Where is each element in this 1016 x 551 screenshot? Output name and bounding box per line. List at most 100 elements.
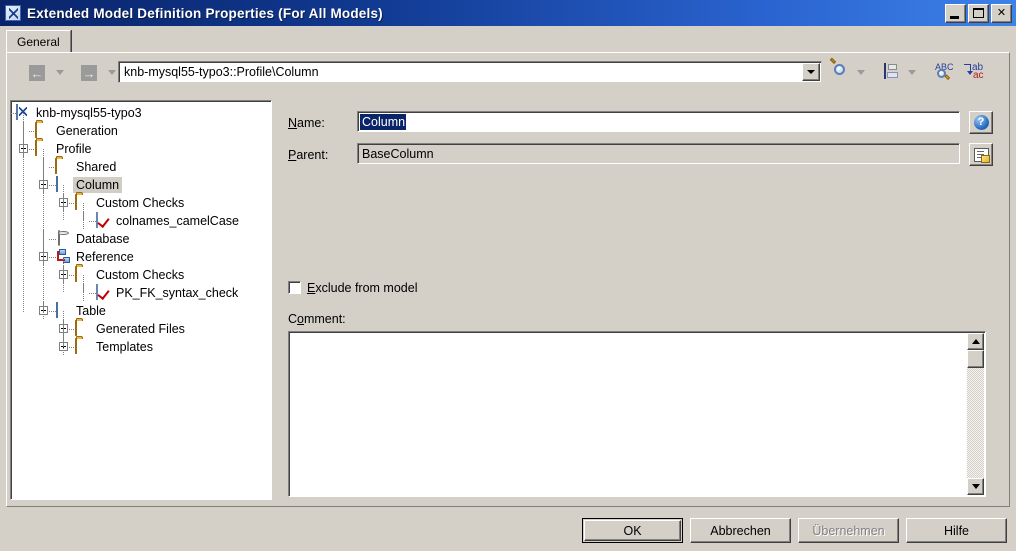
tab-general-label: General: [17, 35, 60, 49]
minimize-button[interactable]: [945, 3, 966, 23]
name-input[interactable]: Column: [357, 111, 960, 132]
window-title: Extended Model Definition Properties (Fo…: [27, 5, 383, 21]
maximize-icon: [973, 7, 984, 18]
folder-icon: [55, 158, 73, 175]
name-label: Name:: [288, 116, 325, 130]
save-dropdown-icon[interactable]: [908, 70, 917, 76]
window-controls: ✕: [945, 3, 1012, 23]
tree-item-label: Generation: [56, 124, 118, 138]
tree-item[interactable]: colnames_camelCase: [11, 212, 271, 230]
tree-item[interactable]: Custom Checks: [11, 266, 271, 284]
folder-icon: [35, 122, 53, 139]
tree-item[interactable]: Generated Files: [11, 320, 271, 338]
address-toolbar: ← → knb-mysql55-typo3::Profile\Column AB…: [6, 57, 1010, 92]
tree-item[interactable]: Templates: [11, 338, 271, 356]
back-arrow-icon: ←: [29, 65, 45, 81]
model-document-icon: [15, 104, 33, 121]
scrollbar-thumb[interactable]: [967, 350, 984, 368]
address-value: knb-mysql55-typo3::Profile\Column: [124, 65, 319, 79]
forward-arrow-icon: →: [81, 65, 97, 81]
folder-icon: [75, 266, 93, 283]
back-dropdown-icon[interactable]: [56, 70, 65, 76]
comment-label-rest: mment:: [303, 312, 346, 326]
help-button-label: Hilfe: [943, 523, 969, 538]
parent-input: BaseColumn: [357, 143, 960, 164]
properties-icon: [973, 147, 990, 163]
forward-button[interactable]: →: [78, 62, 100, 84]
folder-icon: [75, 320, 93, 337]
tree-connector: [83, 275, 84, 293]
tree-item[interactable]: Profile: [11, 140, 271, 158]
tree-item-label: PK_FK_syntax_check: [116, 286, 239, 300]
dialog-window: Extended Model Definition Properties (Fo…: [0, 0, 1016, 551]
tree-item-label: colnames_camelCase: [116, 214, 239, 228]
tree-item[interactable]: Database: [11, 230, 271, 248]
tab-strip: General: [6, 30, 1010, 54]
tree-item-label: Custom Checks: [96, 196, 185, 210]
close-button[interactable]: ✕: [991, 3, 1012, 23]
ok-button-label: OK: [623, 523, 642, 538]
object-tree-panel[interactable]: knb-mysql55-typo3 Generation Profile Shared…: [10, 100, 272, 500]
check-script-icon: [95, 284, 113, 301]
folder-icon: [75, 338, 93, 355]
title-bar: Extended Model Definition Properties (Fo…: [0, 0, 1016, 26]
tree-item-label: Custom Checks: [96, 268, 185, 282]
name-value: Column: [360, 113, 407, 130]
tree-item-label: Reference: [76, 250, 134, 264]
ok-button-inner: OK: [584, 520, 681, 541]
tree-item-label: Column: [73, 177, 123, 193]
scroll-down-button[interactable]: [967, 478, 984, 495]
object-tree: knb-mysql55-typo3 Generation Profile Shared…: [11, 101, 271, 356]
scroll-up-button[interactable]: [967, 333, 984, 350]
question-mark-icon: ?: [973, 115, 989, 130]
tree-connector: [43, 149, 44, 313]
help-button[interactable]: Hilfe: [906, 518, 1007, 543]
tree-item[interactable]: Generation: [11, 122, 271, 140]
comment-textarea[interactable]: [288, 331, 986, 497]
name-help-button[interactable]: ?: [969, 111, 993, 134]
tree-item[interactable]: Table: [11, 302, 271, 320]
back-button[interactable]: ←: [26, 62, 48, 84]
tree-connector: [63, 311, 64, 347]
comment-label-c: C: [288, 312, 298, 326]
tree-item[interactable]: Shared: [11, 158, 271, 176]
address-input[interactable]: knb-mysql55-typo3::Profile\Column: [118, 61, 822, 83]
chevron-up-icon: [971, 339, 980, 344]
comment-label: Comment:: [288, 312, 346, 326]
column-grid-icon: [55, 176, 73, 193]
parent-value: BaseColumn: [362, 146, 434, 161]
tree-item[interactable]: Custom Checks: [11, 194, 271, 212]
forward-dropdown-icon[interactable]: [108, 70, 117, 76]
tree-connector: [83, 203, 84, 221]
find-dropdown-icon[interactable]: [857, 70, 866, 76]
exclude-label-rest: xclude from model: [315, 281, 418, 295]
cancel-button-label: Abbrechen: [710, 523, 771, 538]
maximize-button[interactable]: [968, 3, 989, 23]
model-document-icon: [5, 5, 21, 21]
parent-properties-button[interactable]: [969, 143, 993, 166]
exclude-from-model-checkbox[interactable]: [288, 281, 301, 294]
address-dropdown-button[interactable]: [802, 63, 820, 81]
folder-icon: [35, 140, 53, 157]
cancel-button[interactable]: Abbrechen: [690, 518, 791, 543]
tree-item[interactable]: PK_FK_syntax_check: [11, 284, 271, 302]
tree-item[interactable]: Reference: [11, 248, 271, 266]
tree-connector: [63, 185, 64, 221]
tree-item-label: Templates: [96, 340, 153, 354]
save-icon[interactable]: [884, 63, 886, 79]
tree-connector: [23, 113, 24, 313]
tree-item-label: Shared: [76, 160, 117, 174]
comment-scrollbar[interactable]: [967, 333, 984, 495]
close-icon: ✕: [996, 6, 1007, 19]
name-label-rest: ame:: [297, 116, 325, 130]
tree-item[interactable]: Column: [11, 176, 271, 194]
ok-button[interactable]: OK: [582, 518, 683, 543]
tree-item-label: knb-mysql55-typo3: [36, 106, 142, 120]
tree-item[interactable]: knb-mysql55-typo3: [11, 104, 271, 122]
database-icon: [55, 230, 73, 247]
tab-general[interactable]: General: [6, 30, 71, 53]
exclude-from-model-label[interactable]: Exclude from model: [307, 281, 417, 295]
reference-icon: [55, 249, 73, 265]
chevron-down-icon: [971, 484, 980, 489]
table-icon: [55, 302, 73, 319]
